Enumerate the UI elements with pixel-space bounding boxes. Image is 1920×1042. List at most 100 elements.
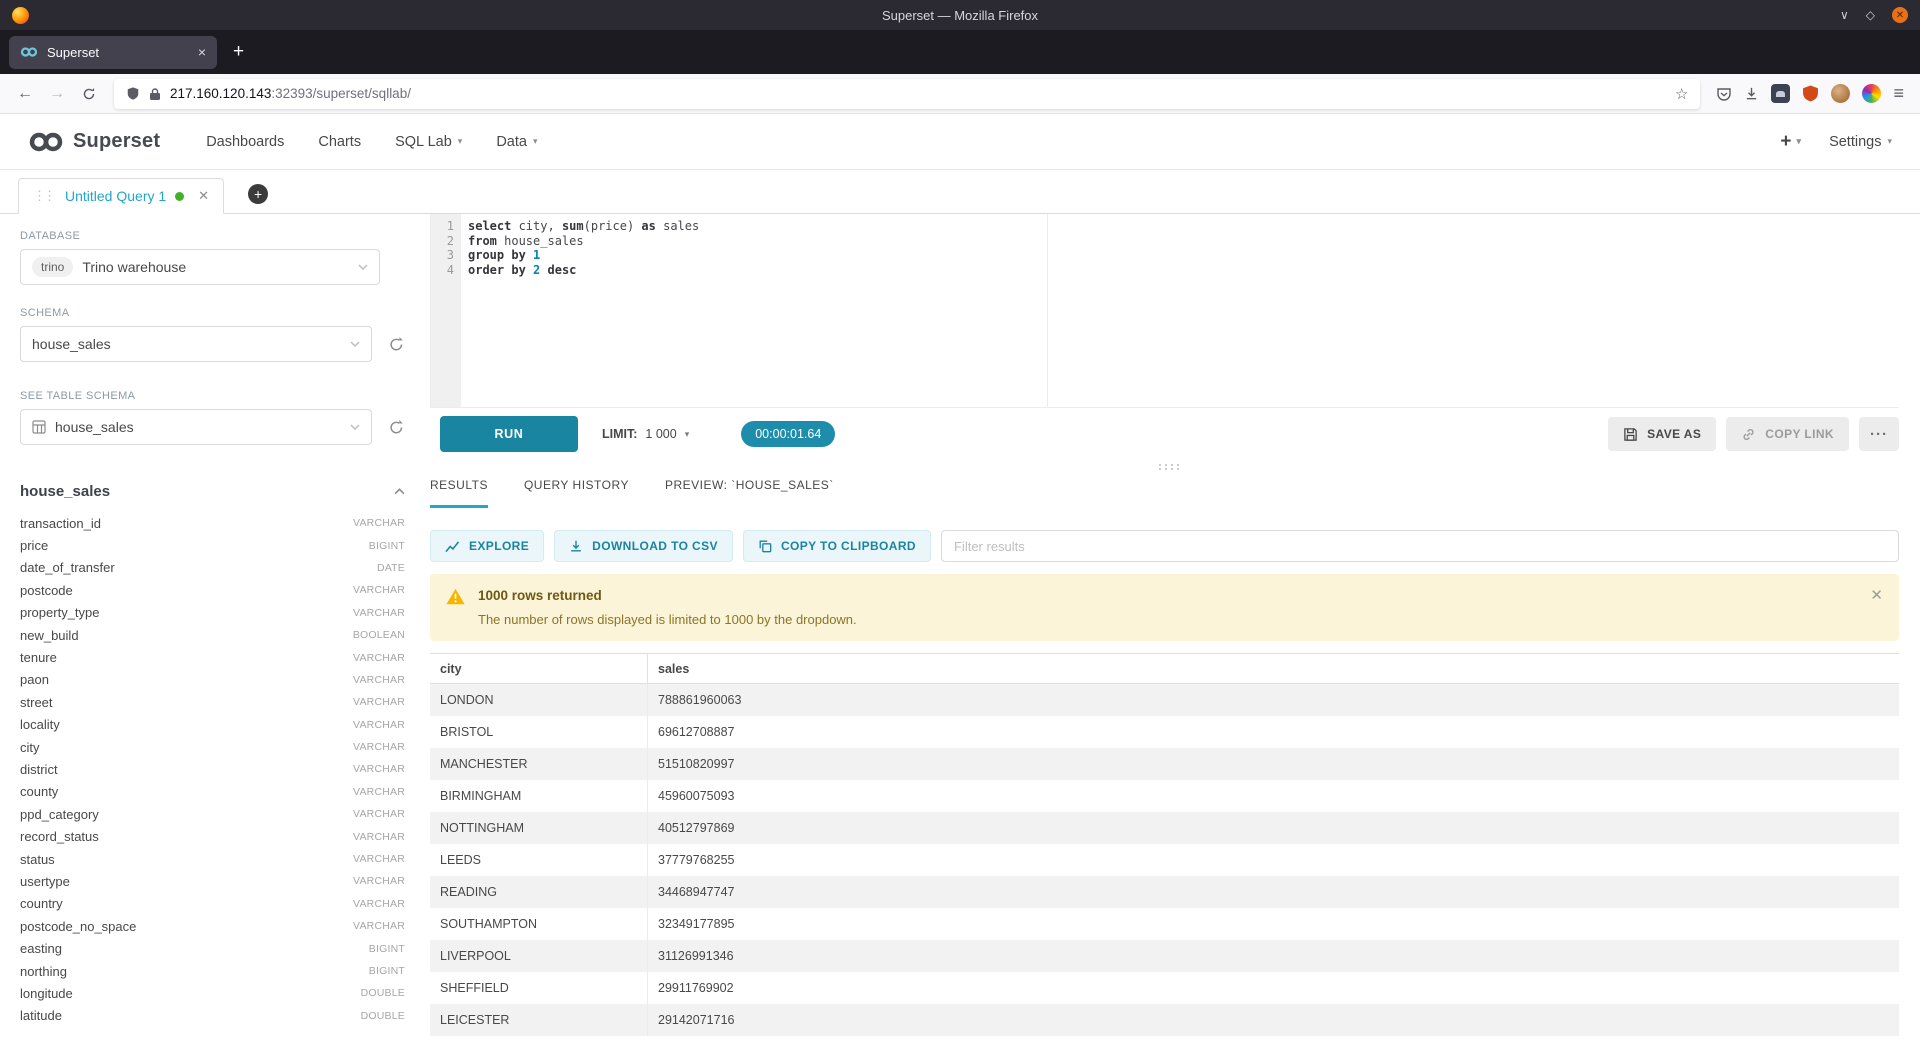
nav-item-charts[interactable]: Charts [318, 134, 361, 150]
column-header-city[interactable]: city [430, 654, 648, 683]
extension-shield-icon[interactable] [1802, 85, 1819, 102]
minimize-icon[interactable]: ∨ [1840, 9, 1849, 21]
column-name: postcode_no_space [20, 919, 353, 934]
add-new-button[interactable]: +▾ [1780, 131, 1801, 153]
column-header-sales[interactable]: sales [648, 654, 1899, 683]
column-item-price: priceBIGINT [20, 534, 405, 556]
cell-sales: 37779768255 [648, 844, 1899, 876]
reload-button[interactable] [74, 79, 104, 109]
column-type: BIGINT [369, 965, 405, 977]
save-icon [1623, 427, 1638, 442]
code-line: select city, sum(price) as sales [468, 219, 1899, 234]
window-titlebar: Superset — Mozilla Firefox ∨ ◇ ✕ [0, 0, 1920, 30]
column-type: DOUBLE [361, 1010, 405, 1022]
browser-tabbar: Superset × + [0, 30, 1920, 74]
extension-monkey-icon[interactable] [1831, 84, 1850, 103]
browser-tab-superset[interactable]: Superset × [9, 36, 217, 69]
table-schema-header[interactable]: house_sales [20, 483, 405, 500]
settings-menu[interactable]: Settings▾ [1829, 134, 1892, 150]
results-table-body: LONDON788861960063BRISTOL69612708887MANC… [430, 684, 1899, 1036]
database-select[interactable]: trino Trino warehouse [20, 249, 380, 285]
table-select[interactable]: house_sales [20, 409, 372, 445]
chevron-up-icon[interactable] [394, 488, 405, 495]
column-item-easting: eastingBIGINT [20, 937, 405, 959]
browser-action-icons: ≡ [1710, 83, 1910, 104]
cell-city: NOTTINGHAM [430, 812, 648, 844]
column-item-usertype: usertypeVARCHAR [20, 870, 405, 892]
cell-city: LONDON [430, 684, 648, 716]
nav-item-data[interactable]: Data▾ [496, 134, 537, 150]
column-name: postcode [20, 583, 353, 598]
editor-code[interactable]: select city, sum(price) as salesfrom hou… [461, 214, 1899, 407]
run-button[interactable]: RUN [440, 416, 578, 452]
drag-grip-icon[interactable]: ⋮⋮ [33, 188, 56, 204]
refresh-schemas-icon[interactable] [388, 336, 405, 353]
forward-button[interactable]: → [42, 79, 72, 109]
explore-button[interactable]: EXPLORE [430, 530, 544, 562]
column-name: price [20, 538, 369, 553]
cell-sales: 29911769902 [648, 972, 1899, 1004]
column-item-longitude: longitudeDOUBLE [20, 982, 405, 1004]
column-type: VARCHAR [353, 696, 405, 708]
query-tab-untitled-query-1[interactable]: ⋮⋮ Untitled Query 1 ✕ [18, 178, 224, 214]
schema-select[interactable]: house_sales [20, 326, 372, 362]
navbar-right: +▾ Settings▾ [1780, 131, 1892, 153]
sql-editor[interactable]: 1234 select city, sum(price) as salesfro… [430, 214, 1899, 408]
cell-city: BRISTOL [430, 716, 648, 748]
lock-icon[interactable] [149, 87, 161, 101]
column-name: paon [20, 672, 353, 687]
new-query-tab-button[interactable]: + [248, 184, 268, 204]
more-actions-button[interactable]: ··· [1859, 417, 1899, 451]
back-button[interactable]: ← [10, 79, 40, 109]
column-type: VARCHAR [353, 898, 405, 910]
copy-link-button[interactable]: COPY LINK [1726, 417, 1849, 451]
column-name: new_build [20, 628, 353, 643]
column-type: VARCHAR [353, 584, 405, 596]
hamburger-menu-icon[interactable]: ≡ [1893, 83, 1904, 104]
copy-to-clipboard-button[interactable]: COPY TO CLIPBOARD [743, 530, 931, 562]
drag-handle-icon[interactable] [1159, 464, 1161, 466]
reload-icon [82, 87, 96, 101]
column-item-postcode: postcodeVARCHAR [20, 579, 405, 601]
results-tab-preview-house-sales[interactable]: PREVIEW: `HOUSE_SALES` [665, 478, 834, 508]
bookmark-star-icon[interactable]: ☆ [1675, 85, 1688, 103]
column-name: northing [20, 964, 369, 979]
results-tab-query-history[interactable]: QUERY HISTORY [524, 478, 629, 508]
column-type: BOOLEAN [353, 629, 405, 641]
nav-menu: Dashboards Charts SQL Lab▾ Data▾ [206, 134, 537, 150]
limit-dropdown[interactable]: LIMIT: 1 000 ▾ [602, 427, 689, 441]
new-tab-button[interactable]: + [223, 41, 254, 63]
column-name: ppd_category [20, 807, 353, 822]
maximize-icon[interactable]: ◇ [1866, 9, 1875, 21]
pane-resize-divider[interactable] [430, 452, 1899, 478]
results-tab-results[interactable]: RESULTS [430, 478, 488, 508]
superset-logo-icon [28, 132, 64, 152]
filter-results-input[interactable] [941, 530, 1899, 562]
column-item-new_build: new_buildBOOLEAN [20, 624, 405, 646]
superset-logo[interactable]: Superset [28, 130, 160, 153]
downloads-icon[interactable] [1744, 86, 1759, 101]
extension-pinwheel-icon[interactable] [1862, 84, 1881, 103]
column-item-record_status: record_statusVARCHAR [20, 825, 405, 847]
column-type: VARCHAR [353, 517, 405, 529]
tab-close-icon[interactable]: × [198, 44, 206, 60]
column-type: VARCHAR [353, 607, 405, 619]
refresh-tables-icon[interactable] [388, 419, 405, 436]
nav-item-sql-lab[interactable]: SQL Lab▾ [395, 134, 462, 150]
shield-icon[interactable] [126, 86, 140, 101]
limit-value: 1 000 [645, 427, 676, 441]
nav-item-dashboards[interactable]: Dashboards [206, 134, 284, 150]
cell-city: LEEDS [430, 844, 648, 876]
save-as-button[interactable]: SAVE AS [1608, 417, 1716, 451]
table-row: LONDON788861960063 [430, 684, 1899, 716]
download-csv-button[interactable]: DOWNLOAD TO CSV [554, 530, 733, 562]
url-bar[interactable]: 217.160.120.143:32393/superset/sqllab/ ☆ [114, 79, 1700, 109]
pocket-icon[interactable] [1716, 86, 1732, 102]
column-name: district [20, 762, 353, 777]
extension-mask-icon[interactable] [1771, 84, 1790, 103]
close-window-icon[interactable]: ✕ [1892, 7, 1908, 23]
alert-close-icon[interactable]: ✕ [1870, 588, 1883, 603]
editor-pane: 1234 select city, sum(price) as salesfro… [430, 214, 1920, 1042]
query-tab-close-icon[interactable]: ✕ [198, 188, 209, 204]
column-type: VARCHAR [353, 875, 405, 887]
